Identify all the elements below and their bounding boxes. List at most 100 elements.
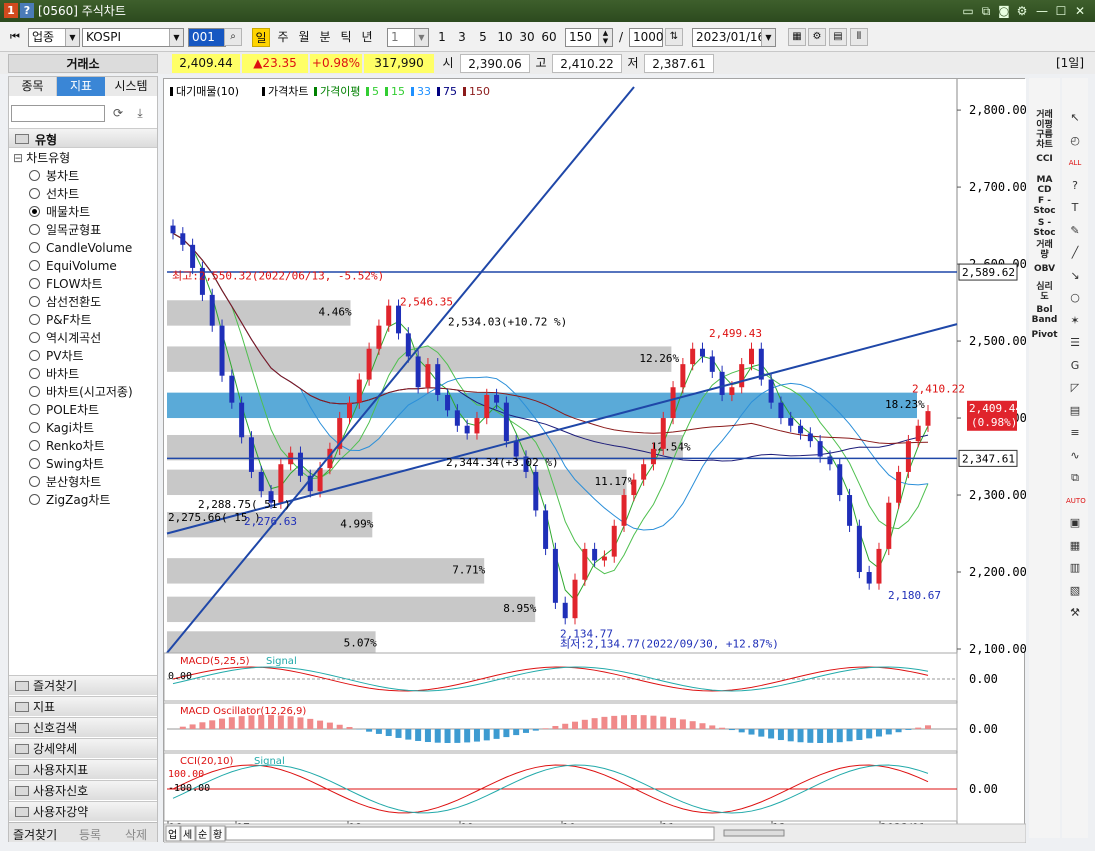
- tab-stock[interactable]: 종목: [9, 77, 57, 96]
- drawing-tool-icon[interactable]: ✶: [1066, 313, 1084, 329]
- menu-badge[interactable]: 1: [4, 3, 18, 18]
- drawing-tool-icon[interactable]: T: [1066, 200, 1084, 216]
- chart-type-item[interactable]: 봉차트: [29, 167, 79, 185]
- accordion-item[interactable]: 신호검색: [9, 717, 157, 737]
- section-header[interactable]: 유형: [9, 128, 157, 148]
- drawing-tool-icon[interactable]: ▤: [1066, 403, 1084, 419]
- chart-type-item[interactable]: EquiVolume: [29, 257, 117, 275]
- delete-button[interactable]: 삭제: [125, 826, 147, 843]
- radio-icon[interactable]: [29, 332, 40, 343]
- layout-icon[interactable]: ▦: [788, 28, 806, 46]
- settings-icon[interactable]: ⚙: [1014, 3, 1030, 19]
- period-tick[interactable]: 틱: [337, 28, 355, 47]
- radio-icon[interactable]: [29, 188, 40, 199]
- quick-1[interactable]: 1: [433, 28, 451, 47]
- chart-type-item[interactable]: 삼선전환도: [29, 293, 101, 311]
- radio-icon[interactable]: [29, 458, 40, 469]
- tab-indicator[interactable]: 지표: [57, 77, 105, 96]
- accordion-item[interactable]: 사용자신호: [9, 780, 157, 800]
- maximize-button[interactable]: ☐: [1053, 3, 1069, 19]
- count-stepper[interactable]: 150 ▲ ▼: [565, 28, 613, 47]
- accordion-item[interactable]: 사용자지표: [9, 759, 157, 779]
- radio-icon[interactable]: [29, 350, 40, 361]
- indicator-shortcut[interactable]: 구름 차트: [1029, 130, 1060, 150]
- favorites-tab[interactable]: 즐겨찾기: [13, 826, 57, 843]
- drawing-tool-icon[interactable]: ▦: [1066, 538, 1084, 554]
- indicator-shortcut[interactable]: 거래 량: [1029, 240, 1060, 260]
- radio-icon[interactable]: [29, 296, 40, 307]
- drawing-tool-icon[interactable]: ⧉: [1066, 470, 1084, 486]
- minimize-button[interactable]: —: [1034, 3, 1050, 19]
- chart-type-item[interactable]: PV차트: [29, 347, 84, 365]
- indicator-shortcut[interactable]: Bol Band: [1029, 305, 1060, 325]
- period-minute[interactable]: 분: [316, 28, 334, 47]
- radio-icon[interactable]: [29, 278, 40, 289]
- save-icon[interactable]: ▤: [829, 28, 847, 46]
- indicator-icon[interactable]: ⫴: [850, 28, 868, 46]
- zoom-slider[interactable]: [723, 829, 785, 837]
- drawing-tool-icon[interactable]: ▧: [1066, 583, 1084, 599]
- radio-icon[interactable]: [29, 314, 40, 325]
- drawing-tool-icon[interactable]: ☰: [1066, 335, 1084, 351]
- drawing-tool-icon[interactable]: ▣: [1066, 515, 1084, 531]
- setup-icon[interactable]: ⚙: [808, 28, 826, 46]
- chart-type-item[interactable]: ZigZag차트: [29, 491, 110, 509]
- radio-icon[interactable]: [29, 494, 40, 505]
- max-count-input[interactable]: 1000: [629, 28, 664, 47]
- drawing-tool-icon[interactable]: ↖: [1066, 110, 1084, 126]
- chart-type-item[interactable]: 바차트: [29, 365, 79, 383]
- chart-type-item[interactable]: Swing차트: [29, 455, 104, 473]
- period-year[interactable]: 년: [358, 28, 376, 47]
- horizontal-scrollbar[interactable]: [225, 826, 715, 841]
- indicator-shortcut[interactable]: S - Stoc: [1029, 218, 1060, 238]
- drawing-tool-icon[interactable]: ≡: [1066, 425, 1084, 441]
- indicator-shortcut[interactable]: 심리 도: [1029, 282, 1060, 302]
- radio-icon[interactable]: [29, 422, 40, 433]
- period-week[interactable]: 주: [274, 28, 292, 47]
- period-day[interactable]: 일: [252, 28, 270, 47]
- drawing-tool-icon[interactable]: AUTO: [1066, 493, 1086, 509]
- chart-canvas[interactable]: 2,800.002,700.002,600.002,500.002,400.00…: [163, 79, 1027, 844]
- pin-icon[interactable]: ▭: [960, 3, 976, 19]
- radio-icon[interactable]: [29, 440, 40, 451]
- period-month[interactable]: 월: [295, 28, 313, 47]
- indicator-shortcut[interactable]: MA CD: [1029, 175, 1060, 195]
- radio-icon[interactable]: [29, 368, 40, 379]
- filter-input[interactable]: [11, 105, 105, 122]
- drawing-tool-icon[interactable]: G: [1066, 358, 1084, 374]
- chart-type-item[interactable]: 매물차트: [29, 203, 90, 221]
- help-badge[interactable]: ?: [20, 3, 34, 18]
- radio-icon[interactable]: [29, 260, 40, 271]
- interval-select[interactable]: 1 ▼: [387, 28, 429, 47]
- first-icon[interactable]: ⏮: [10, 30, 24, 44]
- chart-type-item[interactable]: P&F차트: [29, 311, 92, 329]
- accordion-item[interactable]: 강세약세: [9, 738, 157, 758]
- chart-type-item[interactable]: Renko차트: [29, 437, 105, 455]
- radio-icon[interactable]: [29, 404, 40, 415]
- radio-icon[interactable]: [29, 476, 40, 487]
- radio-icon[interactable]: [29, 170, 40, 181]
- accordion-item[interactable]: 즐겨찾기: [9, 675, 157, 695]
- chart-type-item[interactable]: 역시계곡선: [29, 329, 101, 347]
- radio-icon[interactable]: [29, 242, 40, 253]
- indicator-shortcut[interactable]: F - Stoc: [1029, 196, 1060, 216]
- refresh-icon[interactable]: ⟳: [109, 105, 127, 122]
- symbol-select[interactable]: KOSPI ▼: [82, 28, 184, 47]
- close-button[interactable]: ✕: [1072, 3, 1088, 19]
- drawing-tool-icon[interactable]: ✎: [1066, 223, 1084, 239]
- drawing-tool-icon[interactable]: ◴: [1066, 133, 1084, 149]
- accordion-item[interactable]: 지표: [9, 696, 157, 716]
- tile-icon[interactable]: ⧉: [978, 3, 994, 19]
- chart-type-item[interactable]: 바차트(시고저종): [29, 383, 133, 401]
- drawing-tool-icon[interactable]: ↘: [1066, 268, 1084, 284]
- drawing-tool-icon[interactable]: ∿: [1066, 448, 1084, 464]
- chart-type-item[interactable]: 선차트: [29, 185, 79, 203]
- chart-type-item[interactable]: CandleVolume: [29, 239, 132, 257]
- chart-type-item[interactable]: 분산형차트: [29, 473, 101, 491]
- quick-10[interactable]: 10: [494, 28, 516, 47]
- accordion-item[interactable]: 사용자강약: [9, 801, 157, 821]
- radio-icon[interactable]: [29, 206, 40, 217]
- drawing-tool-icon[interactable]: ⚒: [1066, 605, 1084, 621]
- register-button[interactable]: 등록: [79, 826, 101, 843]
- drawing-tool-icon[interactable]: ○: [1066, 290, 1084, 306]
